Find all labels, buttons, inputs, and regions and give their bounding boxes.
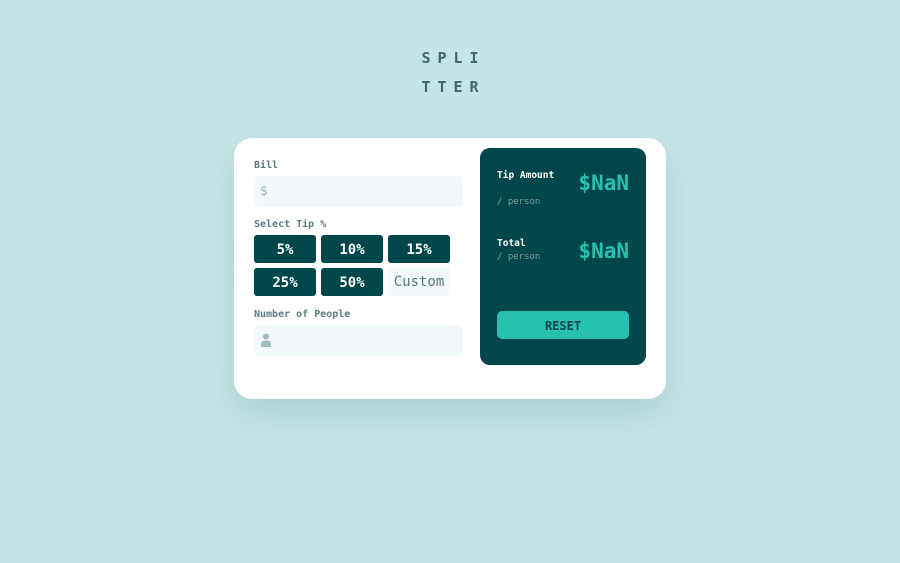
tip-15-button[interactable]: 15% (388, 235, 450, 263)
total-per-person: / person (497, 252, 541, 262)
total-title: Total (497, 238, 526, 249)
people-input[interactable] (278, 325, 456, 356)
tip-label: Select Tip % (254, 219, 327, 230)
logo-line-2: TTER (421, 78, 486, 96)
calculator-card: Bill $ Select Tip % 5% 10% 15% 25% 50% C… (234, 138, 666, 399)
tip-10-button[interactable]: 10% (321, 235, 383, 263)
result-panel: Tip Amount / person $NaN Total / person … (480, 148, 646, 365)
bill-label: Bill (254, 160, 279, 171)
tip-custom-input[interactable]: Custom (388, 268, 450, 296)
tip-25-button[interactable]: 25% (254, 268, 316, 296)
person-icon (261, 333, 271, 347)
dollar-icon: $ (260, 184, 268, 199)
tip-amount-per-person: / person (497, 197, 541, 207)
total-value: $NaN (578, 239, 629, 263)
people-label: Number of People (254, 309, 351, 320)
people-field[interactable] (254, 325, 463, 356)
bill-field[interactable]: $ (254, 176, 463, 207)
tip-amount-value: $NaN (578, 171, 629, 195)
logo-line-1: SPLI (421, 49, 486, 67)
tip-5-button[interactable]: 5% (254, 235, 316, 263)
bill-input[interactable] (278, 176, 456, 207)
tip-amount-title: Tip Amount (497, 170, 555, 181)
app-logo: SPLI TTER (0, 44, 900, 102)
reset-button[interactable]: RESET (497, 311, 629, 339)
tip-50-button[interactable]: 50% (321, 268, 383, 296)
